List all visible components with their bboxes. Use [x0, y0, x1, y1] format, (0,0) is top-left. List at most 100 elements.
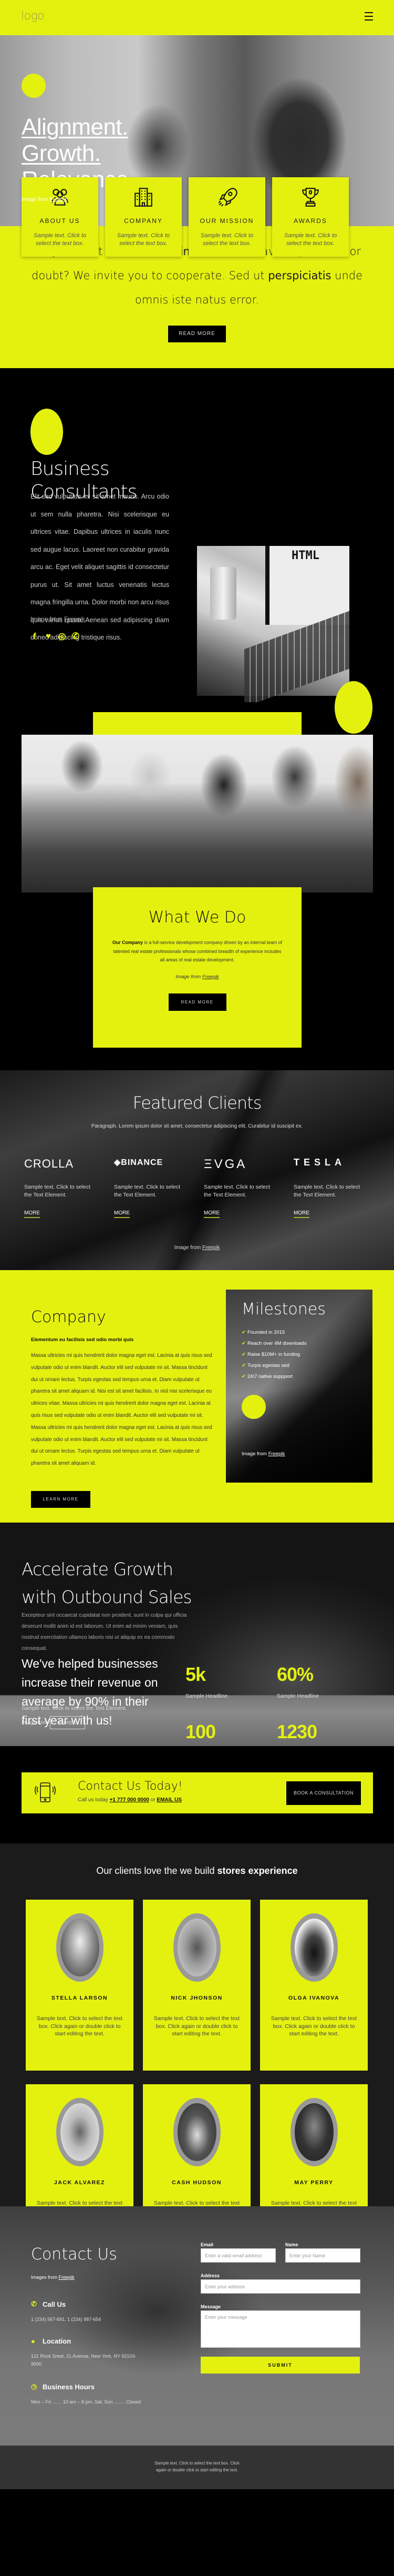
image-credit: Image from Freepik: [175, 973, 219, 980]
client-text: Sample text. Click to select the Text El…: [204, 1184, 271, 1198]
contact-section: Contact Us Images from Freepik ✆ Call Us …: [0, 2206, 394, 2446]
freepik-link[interactable]: Freepik: [49, 1716, 85, 1729]
hamburger-icon[interactable]: [365, 12, 373, 22]
stat-value: 100: [185, 1721, 216, 1742]
email-link[interactable]: EMAIL US: [157, 1797, 182, 1803]
feature-title: OUR MISSION: [200, 217, 254, 225]
decorative-dot: [30, 409, 63, 455]
milestones-card: Milestones ✔ Founded in 2015 ✔ Reach over …: [226, 1290, 372, 1483]
milestone-item: ✔ Turpis egestas sed: [242, 1363, 289, 1368]
instagram-icon[interactable]: ◎: [58, 631, 66, 642]
facebook-icon[interactable]: f: [30, 631, 39, 642]
testimonial-text: Sample text. Click to select the text bo…: [36, 2015, 123, 2037]
feature-title: ABOUT US: [39, 217, 80, 225]
accelerate-section: Accelerate Growth with Outbound Sales Exc…: [0, 1523, 394, 1757]
submit-button[interactable]: SUBMIT: [201, 2357, 360, 2374]
cta-banner: Contact Us Today! Call us today +1 777 0…: [22, 1772, 373, 1813]
address-field[interactable]: [201, 2279, 360, 2294]
consultants-text: Elit sed vulputate mi sit amet mauris. A…: [30, 493, 169, 641]
phone-link[interactable]: +1 777 000 0000: [110, 1797, 149, 1803]
check-icon: ✔: [242, 1330, 246, 1335]
twitter-icon[interactable]: ♥: [44, 631, 53, 642]
client-item: CROLLA Sample text. Click to select the …: [24, 1157, 114, 1218]
laptop-keyboard: [244, 611, 349, 707]
freepik-link[interactable]: Freepik: [59, 2275, 75, 2280]
image-credit: Image from Freepik: [22, 1716, 85, 1729]
feature-card-about[interactable]: ABOUT US Sample text. Click to select th…: [22, 177, 98, 257]
feature-card-company[interactable]: COMPANY Sample text. Click to select the…: [105, 177, 182, 257]
more-link[interactable]: MORE: [114, 1210, 130, 1218]
cta-text: Call us today +1 777 000 0000 or EMAIL U…: [78, 1797, 182, 1803]
check-icon: ✔: [242, 1341, 246, 1346]
milestone-item: ✔ Reach over 4M downloads: [242, 1341, 307, 1346]
freepik-link[interactable]: Freepik: [64, 615, 85, 623]
accelerate-title: Accelerate Growth with Outbound Sales: [22, 1559, 192, 1607]
decorative-dot: [242, 1395, 266, 1419]
freepik-link[interactable]: Freepik: [202, 1245, 220, 1251]
feature-title: COMPANY: [124, 217, 163, 225]
what-we-do-section: What We Do Our Company is a full-service…: [0, 702, 394, 1070]
read-more-button[interactable]: READ MORE: [168, 326, 226, 342]
book-consultation-button[interactable]: BOOK A CONSULTATION: [286, 1781, 361, 1805]
hours-text: Mon – Fri …… 10 am – 8 pm, Sat, Sun ……. …: [31, 2399, 141, 2405]
testimonials-section: Our clients love the we build stores exp…: [0, 1843, 394, 2245]
client-item: ΞVGA Sample text. Click to select the Te…: [204, 1157, 294, 1218]
testimonial-card: STELLA LARSON Sample text. Click to sele…: [26, 1900, 133, 2071]
name-label: Name: [285, 2242, 298, 2247]
check-icon: ✔: [242, 1374, 246, 1380]
freepik-link[interactable]: Freepik: [202, 974, 219, 980]
hours-heading: ◷ Business Hours: [31, 2382, 95, 2391]
clients-title: Featured Clients: [132, 1093, 262, 1113]
more-link[interactable]: MORE: [204, 1210, 220, 1218]
whatsapp-icon[interactable]: ✆: [71, 631, 80, 642]
avatar: [56, 1913, 103, 1982]
freepik-link[interactable]: Freepik: [49, 197, 67, 202]
milestone-item: ✔ Founded in 2015: [242, 1330, 285, 1335]
stat-value: 60%: [277, 1664, 314, 1685]
milestones-title: Milestones: [242, 1300, 326, 1319]
image-credit: Image from Freepik: [242, 1451, 285, 1457]
avatar: [173, 1913, 221, 1982]
logo[interactable]: logo: [21, 9, 45, 23]
freepik-link[interactable]: Freepik: [268, 1451, 285, 1457]
more-link[interactable]: MORE: [294, 1210, 309, 1218]
client-text: Sample text. Click to select the Text El…: [114, 1184, 181, 1198]
email-field[interactable]: [201, 2248, 276, 2263]
email-label: Email: [201, 2242, 214, 2247]
client-item: ◈BINANCE Sample text. Click to select th…: [114, 1157, 204, 1218]
check-icon: ✔: [242, 1363, 246, 1368]
learn-more-button[interactable]: LEARN MORE: [31, 1491, 90, 1508]
laptop-screen: HTML: [265, 546, 349, 625]
testimonials-title: Our clients love the we build stores exp…: [96, 1865, 298, 1876]
stat-value: 5k: [185, 1664, 206, 1685]
image-credit: Images from Freepik: [31, 2275, 75, 2280]
stat-item: 5k Sample Headline: [185, 1664, 269, 1699]
image-credit: Image from Freepik: [174, 1245, 220, 1251]
evga-logo: ΞVGA: [204, 1157, 247, 1171]
message-field[interactable]: [201, 2310, 360, 2348]
laptop-image: HTML: [197, 546, 349, 707]
milestone-item: ✔ Raise $10M+ in funding: [242, 1352, 300, 1357]
avatar: [290, 1913, 338, 1982]
client-name: STELLA LARSON: [51, 1995, 108, 2001]
name-field[interactable]: [285, 2248, 360, 2263]
location-info: ● Location 121 Rock Sreet, 21 Avenue, New…: [31, 2337, 147, 2368]
binance-logo: ◈BINANCE: [114, 1158, 163, 1167]
avatar: [56, 2098, 103, 2166]
more-link[interactable]: MORE: [24, 1210, 40, 1218]
feature-title: AWARDS: [294, 217, 327, 225]
feature-card-mission[interactable]: OUR MISSION Sample text. Click to select…: [189, 177, 265, 257]
company-subtitle: Elementum eu facilisis sed odio morbi qu…: [31, 1337, 134, 1343]
location-heading: ● Location: [31, 2337, 71, 2345]
team-photo: [22, 735, 373, 893]
image-credit: Image from Freepik: [30, 615, 86, 623]
location-text: 121 Rock Sreet, 21 Avenue, New York, NY …: [31, 2354, 137, 2367]
feature-card-awards[interactable]: AWARDS Sample text. Click to select the …: [272, 177, 349, 257]
stat-label: Sample Headline: [185, 1693, 227, 1699]
client-name: JACK ALVAREZ: [54, 2179, 106, 2186]
call-text: 1 (234) 567-891, 1 (234) 987-654: [31, 2317, 101, 2322]
call-heading: ✆ Call Us: [31, 2300, 66, 2308]
credit-prefix: Image from: [22, 197, 48, 202]
read-more-button[interactable]: READ MORE: [168, 993, 226, 1011]
sample-text: Sample text. Click to select the Text El…: [22, 1706, 127, 1711]
